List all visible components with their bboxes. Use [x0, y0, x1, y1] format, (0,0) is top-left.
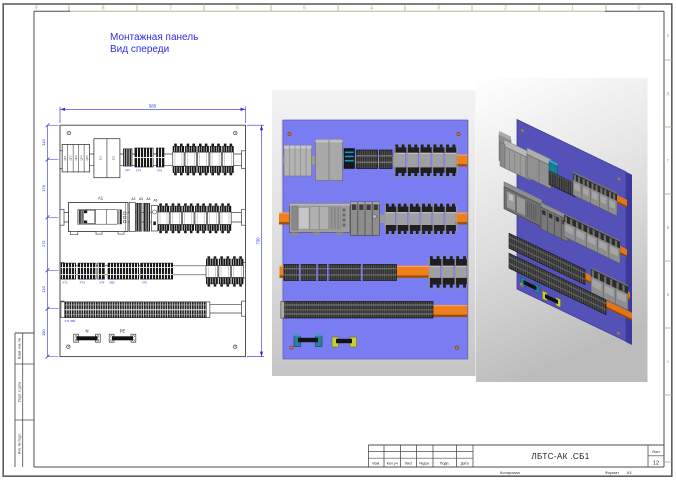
- svg-text:Дата: Дата: [461, 462, 469, 466]
- svg-text:PE: PE: [120, 328, 126, 333]
- svg-text:В: В: [667, 225, 670, 230]
- svg-text:A21: A21: [125, 168, 130, 172]
- svg-text:Подп. и дата: Подп. и дата: [18, 382, 22, 402]
- svg-text:Вид спереди: Вид спереди: [110, 44, 169, 55]
- svg-text:Изм.: Изм.: [372, 462, 380, 466]
- svg-text:9: 9: [35, 6, 38, 12]
- svg-text:А3: А3: [627, 470, 633, 475]
- svg-text:QF5: QF5: [85, 155, 89, 161]
- svg-text:Г: Г: [667, 158, 670, 163]
- svg-text:№док.: №док.: [419, 462, 430, 466]
- svg-text:A2: A2: [131, 197, 135, 201]
- svg-text:178: 178: [41, 184, 46, 191]
- svg-text:Б: Б: [667, 292, 670, 297]
- svg-text:XT1 SB1: XT1 SB1: [64, 319, 76, 323]
- svg-text:110: 110: [41, 138, 46, 145]
- svg-text:Инв. № подл.: Инв. № подл.: [18, 433, 22, 454]
- svg-text:6: 6: [236, 6, 239, 12]
- svg-text:1: 1: [571, 6, 574, 12]
- svg-text:A3: A3: [139, 197, 143, 201]
- svg-text:G2: G2: [111, 156, 115, 160]
- svg-text:Взам. инв. №: Взам. инв. №: [18, 338, 22, 359]
- svg-text:A5: A5: [154, 198, 158, 202]
- svg-text:120: 120: [41, 285, 46, 292]
- svg-text:Формат: Формат: [605, 470, 619, 475]
- svg-text:Подп.: Подп.: [440, 462, 450, 466]
- svg-text:A4: A4: [146, 197, 150, 201]
- svg-text:Монтажная панель: Монтажная панель: [110, 32, 198, 43]
- svg-text:2: 2: [504, 6, 507, 12]
- svg-text:Лист: Лист: [652, 450, 660, 454]
- svg-text:172: 172: [41, 240, 46, 247]
- svg-text:G1: G1: [98, 156, 102, 160]
- svg-text:ЛБТС-АК .СБ1: ЛБТС-АК .СБ1: [531, 452, 589, 461]
- svg-text:585: 585: [149, 104, 157, 109]
- svg-text:150: 150: [41, 329, 46, 336]
- svg-text:4: 4: [370, 6, 373, 12]
- svg-text:XT3: XT3: [80, 281, 86, 285]
- svg-text:QF3: QF3: [74, 155, 78, 161]
- svg-text:QF4: QF4: [79, 155, 83, 161]
- svg-text:Кол.уч: Кол.уч: [387, 462, 398, 466]
- svg-text:Д: Д: [667, 91, 670, 96]
- svg-text:N: N: [85, 328, 88, 333]
- svg-text:XT2: XT2: [62, 281, 68, 285]
- svg-text:3: 3: [437, 6, 440, 12]
- svg-text:QF2: QF2: [68, 155, 72, 161]
- svg-text:7: 7: [169, 6, 172, 12]
- svg-text:QF1: QF1: [63, 155, 67, 161]
- svg-text:XT8: XT8: [157, 169, 163, 173]
- svg-text:А: А: [667, 359, 670, 364]
- svg-text:0: 0: [637, 6, 640, 12]
- svg-text:5: 5: [303, 6, 306, 12]
- svg-text:SB2: SB2: [109, 281, 115, 285]
- svg-text:A1: A1: [98, 196, 104, 201]
- svg-text:12: 12: [653, 461, 659, 467]
- svg-text:XT4: XT4: [136, 169, 142, 173]
- svg-text:XT5: XT5: [142, 281, 148, 285]
- svg-text:8: 8: [101, 6, 104, 12]
- svg-text:Е: Е: [667, 33, 670, 38]
- svg-text:Копировал: Копировал: [500, 470, 521, 475]
- svg-text:XT4: XT4: [99, 281, 105, 285]
- svg-text:730: 730: [255, 237, 260, 245]
- svg-text:Лист: Лист: [405, 462, 413, 466]
